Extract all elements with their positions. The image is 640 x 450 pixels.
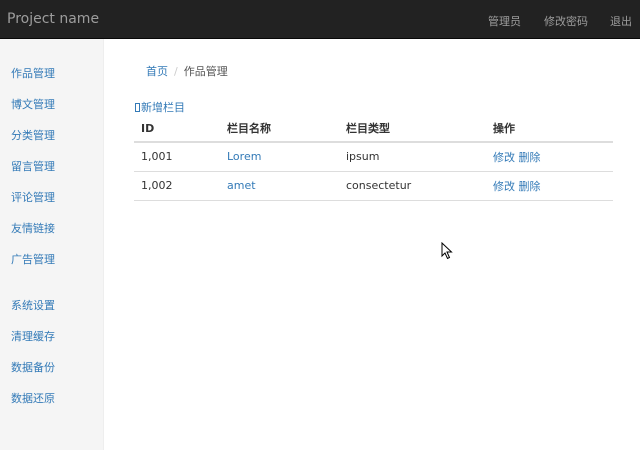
column-header-type: 栏目类型 (339, 115, 486, 143)
nav-admin-link[interactable]: 管理员 (488, 13, 521, 29)
sidebar-item-system-settings[interactable]: 系统设置 (11, 297, 55, 313)
top-navbar: Project name 管理员 修改密码 退出 (0, 0, 640, 39)
cell-type: consectetur (339, 171, 486, 201)
breadcrumb: 首页 / 作品管理 (146, 63, 228, 79)
sidebar-item-clear-cache[interactable]: 清理缓存 (11, 328, 55, 344)
cell-id: 1,002 (134, 171, 220, 201)
table-row: 1,001 Lorem ipsum 修改 删除 (134, 142, 613, 172)
plus-box-icon (135, 103, 140, 112)
sidebar-item-works[interactable]: 作品管理 (11, 65, 55, 81)
sidebar-item-friend-links[interactable]: 友情链接 (11, 220, 55, 236)
table-header-row: ID 栏目名称 栏目类型 操作 (134, 115, 613, 143)
cell-id: 1,001 (134, 142, 220, 172)
add-column-button[interactable]: 新增栏目 (135, 99, 185, 115)
delete-link[interactable]: 删除 (519, 151, 541, 164)
sidebar-item-messages[interactable]: 留言管理 (11, 158, 55, 174)
column-header-name: 栏目名称 (220, 115, 339, 143)
breadcrumb-home-link[interactable]: 首页 (146, 65, 168, 78)
breadcrumb-current: 作品管理 (183, 65, 228, 78)
cell-type: ipsum (339, 142, 486, 172)
sidebar-item-blog[interactable]: 博文管理 (11, 96, 55, 112)
sidebar-item-categories[interactable]: 分类管理 (11, 127, 55, 143)
brand-title[interactable]: Project name (7, 11, 99, 27)
cell-name-link[interactable]: amet (227, 179, 256, 192)
edit-link[interactable]: 修改 (493, 151, 515, 164)
delete-link[interactable]: 删除 (519, 180, 541, 193)
sidebar-item-ads[interactable]: 广告管理 (11, 251, 55, 267)
cell-name-link[interactable]: Lorem (227, 150, 261, 163)
table-row: 1,002 amet consectetur 修改 删除 (134, 171, 613, 201)
mouse-pointer-icon (441, 242, 453, 260)
breadcrumb-separator: / (174, 65, 178, 78)
sidebar-item-data-backup[interactable]: 数据备份 (11, 359, 55, 375)
main-content: 首页 / 作品管理 新增栏目 ID 栏目名称 栏目类型 操作 1,001 Lorem… (104, 39, 640, 450)
nav-logout-link[interactable]: 退出 (610, 13, 632, 29)
columns-table: ID 栏目名称 栏目类型 操作 1,001 Lorem ipsum 修改 删除 … (134, 115, 613, 201)
sidebar: 作品管理 博文管理 分类管理 留言管理 评论管理 友情链接 广告管理 系统设置 … (0, 39, 104, 450)
column-header-actions: 操作 (486, 115, 613, 143)
sidebar-item-comments[interactable]: 评论管理 (11, 189, 55, 205)
nav-change-password-link[interactable]: 修改密码 (544, 13, 588, 29)
sidebar-item-data-restore[interactable]: 数据还原 (11, 390, 55, 406)
column-header-id: ID (134, 115, 220, 143)
edit-link[interactable]: 修改 (493, 180, 515, 193)
cell-actions: 修改 删除 (486, 171, 613, 201)
cell-actions: 修改 删除 (486, 142, 613, 172)
add-column-label: 新增栏目 (141, 101, 185, 114)
